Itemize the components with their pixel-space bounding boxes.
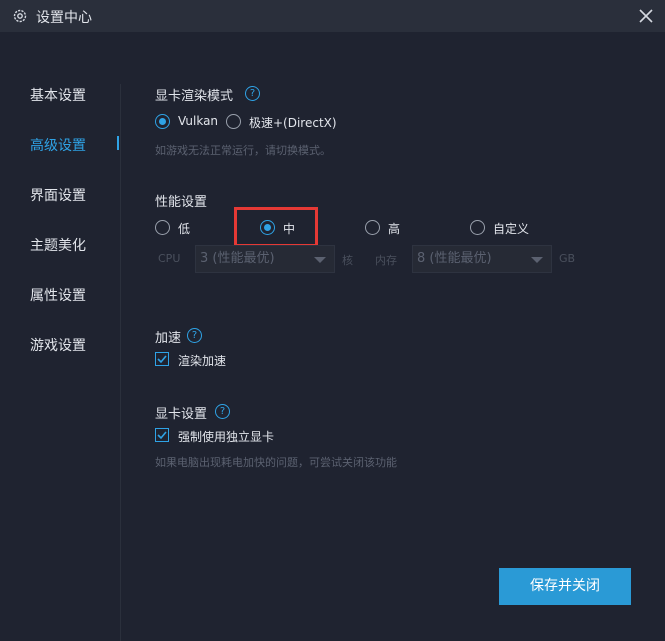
render-mode-hint: 如游戏无法正常运行，请切换模式。 <box>155 144 331 157</box>
close-icon[interactable] <box>636 6 656 26</box>
performance-title: 性能设置 <box>155 195 208 210</box>
radio-vulkan-label[interactable]: Vulkan <box>178 114 218 128</box>
force-gpu-label[interactable]: 强制使用独立显卡 <box>178 428 274 445</box>
chevron-down-icon <box>531 257 543 263</box>
gpu-title: 显卡设置 <box>155 407 208 422</box>
check-icon <box>157 355 167 364</box>
acceleration-title: 加速 <box>155 331 182 346</box>
sidebar-item-basic[interactable]: 基本设置 <box>30 85 86 105</box>
title-bar: 设置中心 <box>0 0 665 32</box>
radio-directx-label[interactable]: 极速+(DirectX) <box>249 114 337 131</box>
gpu-hint: 如果电脑出现耗电加快的问题，可尝试关闭该功能 <box>155 456 397 469</box>
help-icon[interactable]: ? <box>215 404 230 419</box>
memory-unit: GB <box>559 252 576 265</box>
radio-directx[interactable] <box>226 114 241 129</box>
chevron-down-icon <box>314 257 326 263</box>
radio-custom[interactable] <box>470 220 485 235</box>
cpu-unit: 核 <box>342 254 353 267</box>
radio-high[interactable] <box>365 220 380 235</box>
radio-low-label[interactable]: 低 <box>178 220 190 237</box>
radio-low[interactable] <box>155 220 170 235</box>
sidebar-divider <box>120 84 121 641</box>
render-accel-label[interactable]: 渲染加速 <box>178 352 226 369</box>
cpu-select-value: 3 (性能最优) <box>200 251 275 266</box>
cpu-label: CPU <box>158 252 181 265</box>
help-icon[interactable]: ? <box>245 86 260 101</box>
render-accel-checkbox[interactable] <box>155 352 169 366</box>
radio-custom-label[interactable]: 自定义 <box>493 220 529 237</box>
active-indicator <box>117 136 119 150</box>
sidebar-item-interface[interactable]: 界面设置 <box>30 185 86 205</box>
save-and-close-button[interactable]: 保存并关闭 <box>499 568 631 605</box>
highlight-box <box>234 207 318 247</box>
memory-label: 内存 <box>375 254 397 267</box>
radio-high-label[interactable]: 高 <box>388 220 400 237</box>
window-title: 设置中心 <box>36 10 92 26</box>
radio-vulkan[interactable] <box>155 114 170 129</box>
sidebar-item-properties[interactable]: 属性设置 <box>30 285 86 305</box>
check-icon <box>157 431 167 440</box>
gear-icon <box>13 9 27 23</box>
memory-select[interactable]: 8 (性能最优) <box>412 245 552 273</box>
sidebar-item-advanced[interactable]: 高级设置 <box>30 135 86 155</box>
sidebar-item-game[interactable]: 游戏设置 <box>30 335 86 355</box>
help-icon[interactable]: ? <box>187 328 202 343</box>
render-mode-title: 显卡渲染模式 <box>155 89 234 104</box>
sidebar-item-theme[interactable]: 主题美化 <box>30 235 86 255</box>
force-gpu-checkbox[interactable] <box>155 428 169 442</box>
cpu-select[interactable]: 3 (性能最优) <box>195 245 335 273</box>
memory-select-value: 8 (性能最优) <box>417 251 492 266</box>
